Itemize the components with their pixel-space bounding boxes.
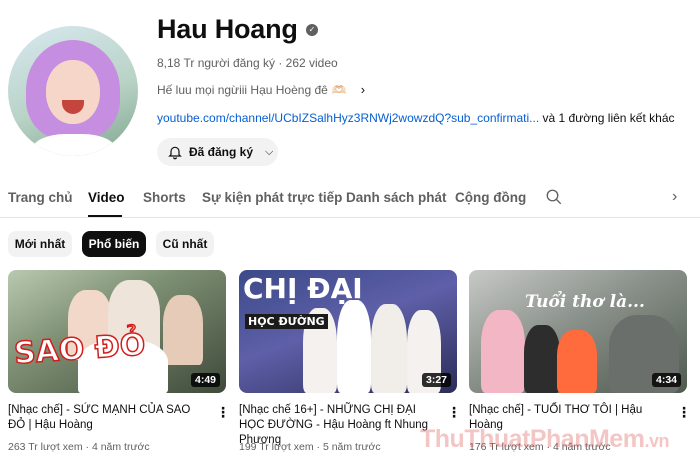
video-age: 4 năm trước (91, 441, 150, 453)
watermark: ThuThuatPhanMem.vn (420, 425, 669, 454)
thumbnail-figure (163, 295, 203, 365)
tab-shorts[interactable]: Shorts (143, 190, 186, 205)
tab-live[interactable]: Sự kiện phát trực tiếp (202, 190, 342, 205)
thumbnail-overlay-text: Tuổi thơ là... (525, 292, 645, 312)
thumbnail-figure (524, 325, 560, 393)
more-options-icon[interactable]: ⋮ (216, 404, 230, 421)
channel-links: youtube.com/channel/UCbIZSalhHyz3RNWj2wo… (157, 111, 675, 125)
avatar-face (46, 60, 100, 124)
verified-badge-icon: ✓ (306, 24, 318, 36)
channel-link[interactable]: youtube.com/channel/UCbIZSalhHyz3RNWj2wo… (157, 111, 539, 125)
thumbnail-overlay-subtext: HỌC ĐƯỜNG (245, 314, 328, 329)
filter-newest[interactable]: Mới nhất (8, 231, 72, 257)
avatar-shirt (32, 134, 116, 156)
description-text: Hế luu mọi ngừiii Hạu Hoèng đê (157, 82, 328, 97)
chevron-down-icon: ⌵ (265, 145, 274, 158)
channel-description[interactable]: Hế luu mọi ngừiii Hạu Hoèng đê 🫶🏻 › (157, 82, 365, 97)
watermark-suffix: .vn (644, 431, 669, 451)
thumbnail-figure (557, 330, 597, 393)
video-meta: 263 Tr lượt xem · 4 năm trước (8, 441, 150, 453)
channel-avatar[interactable] (8, 26, 138, 156)
bell-icon (168, 146, 182, 160)
subscribed-button[interactable]: Đã đăng ký ⌵ (157, 138, 278, 166)
thumbnail-overlay-text: CHỊ ĐẠI (243, 272, 363, 305)
video-count: 262 video (285, 56, 338, 70)
subscribed-label: Đã đăng ký (189, 145, 254, 159)
thumbnail-figure (371, 304, 407, 393)
video-thumbnail[interactable]: SAO ĐỎ 4:49 (8, 270, 226, 393)
meta-separator: · (316, 441, 321, 453)
subscriber-count: 8,18 Tr người đăng ký (157, 56, 275, 70)
video-views: 263 Tr lượt xem (8, 441, 83, 453)
video-thumbnail[interactable]: Tuổi thơ là... 4:34 (469, 270, 687, 393)
search-icon[interactable] (545, 188, 563, 206)
channel-name: Hau Hoang (157, 14, 298, 44)
video-views: 199 Tr lượt xem (239, 441, 314, 453)
chevron-right-icon[interactable]: › (672, 188, 677, 206)
thumbnail-figure (481, 310, 525, 393)
tab-playlists[interactable]: Danh sách phát (346, 190, 447, 205)
video-title[interactable]: [Nhạc chế] - SỨC MẠNH CỦA SAO ĐỎ | Hậu H… (8, 403, 208, 433)
more-options-icon[interactable]: ⋮ (677, 404, 691, 421)
video-meta: 199 Tr lượt xem · 5 năm trước (239, 441, 381, 453)
video-age: 5 năm trước (322, 441, 381, 453)
more-links[interactable]: và 1 đường liên kết khác (543, 111, 675, 125)
channel-meta: 8,18 Tr người đăng ký · 262 video (157, 56, 338, 70)
channel-tabs: Trang chủ Video Shorts Sự kiện phát trực… (0, 180, 700, 218)
tab-home[interactable]: Trang chủ (8, 190, 73, 205)
tab-community[interactable]: Cộng đồng (455, 190, 526, 205)
meta-separator: · (85, 441, 90, 453)
thumbnail-figure (337, 300, 371, 393)
video-duration: 4:34 (651, 373, 681, 387)
video-duration: 3:27 (421, 373, 451, 387)
meta-separator: · (278, 56, 283, 70)
video-thumbnail[interactable]: CHỊ ĐẠI HỌC ĐƯỜNG 3:27 (239, 270, 457, 393)
tab-videos[interactable]: Video (88, 190, 125, 205)
more-options-icon[interactable]: ⋮ (447, 404, 461, 421)
video-duration: 4:49 (190, 373, 220, 387)
chevron-right-icon[interactable]: › (361, 82, 365, 97)
filter-popular[interactable]: Phổ biến (82, 231, 146, 257)
watermark-main: ThuThuatPhanMem (420, 425, 645, 453)
filter-oldest[interactable]: Cũ nhất (156, 231, 214, 257)
active-tab-indicator (88, 215, 122, 217)
description-emoji: 🫶🏻 (331, 82, 347, 97)
